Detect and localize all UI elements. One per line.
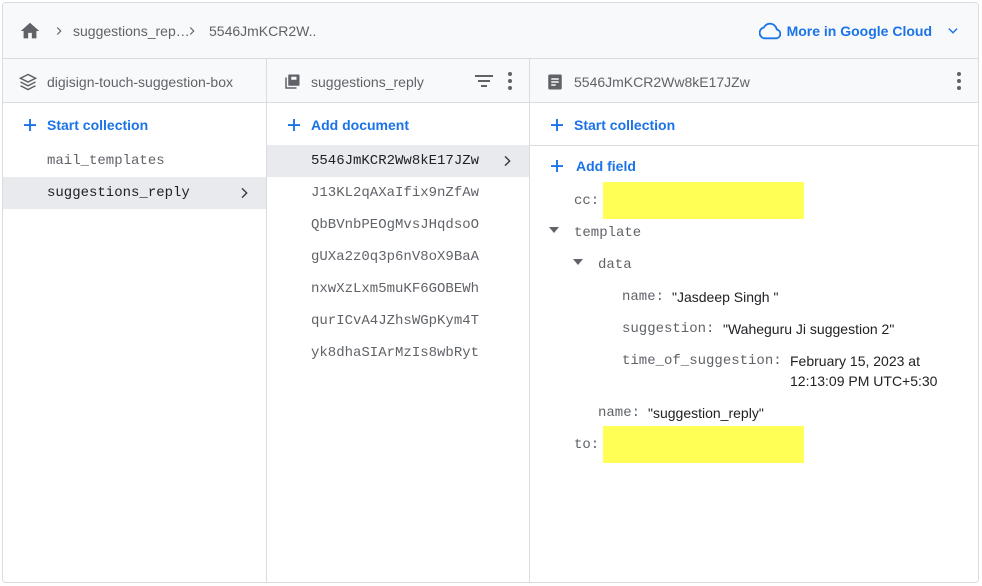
- redacted-value-cc: [603, 182, 804, 219]
- plus-icon: [551, 119, 563, 131]
- plus-icon: [24, 119, 36, 131]
- plus-icon: [551, 160, 563, 172]
- start-collection-label: Start collection: [574, 117, 676, 133]
- filter-icon[interactable]: [475, 75, 493, 87]
- document-item[interactable]: 5546JmKCR2Ww8kE17JZw: [267, 145, 529, 177]
- document-id: yk8dhaSIArMzIs8wbRyt: [311, 345, 480, 361]
- add-field-button[interactable]: Add field: [548, 154, 636, 178]
- add-field-label: Add field: [576, 158, 636, 174]
- breadcrumb-document[interactable]: 5546JmKCR2W..: [209, 22, 316, 40]
- document-panel-header: 5546JmKCR2Ww8kE17JZw: [530, 59, 978, 103]
- caret-down-icon[interactable]: [549, 227, 559, 233]
- document-id: J13KL2qAXaIfix9nZfAw: [311, 185, 480, 201]
- field-value-time-line2[interactable]: 12:13:09 PM UTC+5:30: [790, 373, 937, 389]
- document-panel: 5546JmKCR2Ww8kE17JZw Start collection Ad…: [530, 59, 978, 582]
- divider: [530, 145, 978, 146]
- cloud-icon: [758, 22, 781, 40]
- field-key-suggestion[interactable]: suggestion:: [622, 321, 714, 337]
- more-in-google-cloud-label: More in Google Cloud: [786, 23, 932, 39]
- chevron-right-icon: [241, 187, 248, 199]
- field-value-suggestion[interactable]: "Waheguru Ji suggestion 2": [723, 321, 894, 337]
- document-item[interactable]: yk8dhaSIArMzIs8wbRyt: [267, 337, 529, 369]
- field-key-name[interactable]: name:: [622, 289, 664, 305]
- add-document-button[interactable]: Add document: [285, 113, 409, 137]
- field-value-name[interactable]: "Jasdeep Singh ": [672, 289, 778, 305]
- project-title: digisign-touch-suggestion-box: [47, 74, 233, 90]
- field-value-time-line1[interactable]: February 15, 2023 at: [790, 353, 920, 369]
- document-title: 5546JmKCR2Ww8kE17JZw: [574, 74, 750, 90]
- more-vert-icon[interactable]: [957, 72, 961, 90]
- document-item[interactable]: nxwXzLxm5muKF6GOBEWh: [267, 273, 529, 305]
- more-vert-icon[interactable]: [508, 72, 512, 90]
- root-panel: digisign-touch-suggestion-box Start coll…: [3, 59, 267, 582]
- add-document-label: Add document: [311, 117, 409, 133]
- collection-panel: suggestions_reply Add document 5546JmKCR…: [267, 59, 530, 582]
- chevron-right-icon: [189, 27, 195, 35]
- collection-label: suggestions_reply: [47, 185, 190, 201]
- document-item[interactable]: gUXa2z0q3p6nV8oX9BaA: [267, 241, 529, 273]
- field-key-to[interactable]: to:: [574, 437, 599, 453]
- document-item[interactable]: qurICvA4JZhsWGpKym4T: [267, 305, 529, 337]
- field-value-template-name[interactable]: "suggestion_reply": [648, 405, 764, 421]
- field-key-template[interactable]: template: [574, 225, 641, 241]
- root-panel-header: digisign-touch-suggestion-box: [3, 59, 266, 103]
- collection-label: mail_templates: [47, 153, 165, 169]
- collection-title: suggestions_reply: [311, 74, 424, 90]
- collection-panel-header: suggestions_reply: [267, 59, 529, 103]
- document-id: 5546JmKCR2Ww8kE17JZw: [311, 153, 480, 169]
- document-item[interactable]: J13KL2qAXaIfix9nZfAw: [267, 177, 529, 209]
- breadcrumb-collection[interactable]: suggestions_rep…: [73, 22, 190, 40]
- document-id: nxwXzLxm5muKF6GOBEWh: [311, 281, 480, 297]
- start-subcollection-button[interactable]: Start collection: [548, 113, 675, 137]
- collection-icon: [285, 74, 300, 89]
- database-stack-icon: [19, 73, 37, 91]
- field-key-data[interactable]: data: [598, 257, 632, 273]
- chevron-right-icon: [504, 155, 511, 167]
- breadcrumb: suggestions_rep… 5546JmKCR2W.. More in G…: [3, 3, 978, 59]
- field-key-cc[interactable]: cc:: [574, 193, 599, 209]
- plus-icon: [288, 119, 300, 131]
- field-key-time-of-suggestion[interactable]: time_of_suggestion:: [622, 353, 782, 369]
- home-icon[interactable]: [19, 20, 41, 42]
- document-icon: [548, 74, 562, 90]
- caret-down-icon[interactable]: [573, 259, 583, 265]
- more-in-google-cloud-button[interactable]: More in Google Cloud: [758, 17, 960, 45]
- collection-item-mail-templates[interactable]: mail_templates: [3, 145, 266, 177]
- chevron-down-icon: [948, 28, 958, 34]
- document-id: qurICvA4JZhsWGpKym4T: [311, 313, 480, 329]
- document-id: QbBVnbPEOgMvsJHqdsoO: [311, 217, 480, 233]
- firestore-console: suggestions_rep… 5546JmKCR2W.. More in G…: [2, 2, 979, 583]
- document-id: gUXa2z0q3p6nV8oX9BaA: [311, 249, 480, 265]
- start-collection-button[interactable]: Start collection: [21, 113, 148, 137]
- start-collection-label: Start collection: [47, 117, 149, 133]
- redacted-value-to: [603, 426, 804, 463]
- document-item[interactable]: QbBVnbPEOgMvsJHqdsoO: [267, 209, 529, 241]
- field-key-template-name[interactable]: name:: [598, 405, 640, 421]
- chevron-right-icon: [56, 27, 62, 35]
- collection-item-suggestions-reply[interactable]: suggestions_reply: [3, 177, 266, 209]
